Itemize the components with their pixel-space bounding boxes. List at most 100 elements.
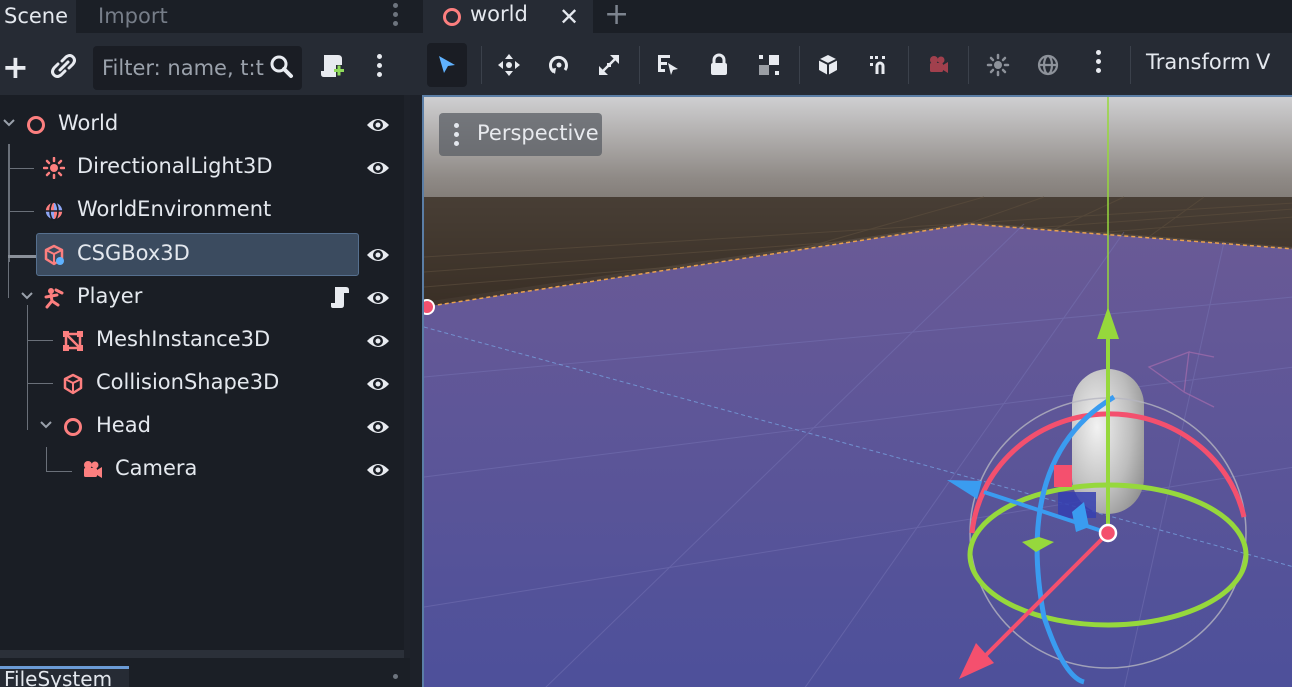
sun-preview-button[interactable] <box>978 43 1018 87</box>
tree-item-label: Head <box>96 413 151 437</box>
tree-item-label: DirectionalLight3D <box>77 154 273 178</box>
scene-menu-icon[interactable] <box>377 54 383 81</box>
snap-button[interactable] <box>860 43 900 87</box>
dock-menu-icon[interactable] <box>393 3 399 30</box>
toolbar-separator <box>799 46 800 84</box>
group-icon <box>759 55 779 75</box>
tree-item-label: CSGBox3D <box>77 241 190 265</box>
scene-tab-label: world <box>470 2 528 26</box>
scene-tree: World DirectionalLight3D WorldEnvironmen… <box>0 95 404 650</box>
scene-dock: Scene Import + Filter: name, t:t World D… <box>0 0 410 687</box>
local-space-button[interactable] <box>808 43 848 87</box>
tree-item-label: MeshInstance3D <box>96 327 271 351</box>
lock-icon <box>711 53 727 75</box>
toolbar-separator <box>481 46 482 84</box>
select-mode-button[interactable] <box>427 43 467 87</box>
select-cursor-icon <box>439 56 455 73</box>
view-menu[interactable]: V <box>1256 50 1270 74</box>
chevron-down-icon[interactable] <box>20 288 34 304</box>
visibility-eye-icon[interactable] <box>366 373 390 395</box>
scene-tab-bar: world ✕ + <box>410 0 1292 33</box>
viewport-scene <box>424 97 1292 687</box>
dock-tab-bar: Scene Import <box>0 0 410 33</box>
chevron-down-icon[interactable] <box>2 115 16 131</box>
lock-button[interactable] <box>699 43 739 87</box>
add-node-icon[interactable]: + <box>2 51 29 83</box>
filter-field <box>93 46 302 90</box>
mesh-instance-icon <box>63 331 83 351</box>
add-tab-icon[interactable]: + <box>604 0 629 30</box>
toolbar-separator <box>639 46 640 84</box>
tree-item-label: World <box>58 111 119 135</box>
chevron-down-icon[interactable] <box>39 417 53 433</box>
main-editor: world ✕ + Transform V Perspective <box>410 0 1292 687</box>
node3d-icon <box>27 116 45 134</box>
tree-item-player[interactable]: Player <box>0 276 404 319</box>
list-select-icon <box>658 55 678 75</box>
transform-menu[interactable]: Transform <box>1146 50 1250 74</box>
tree-item-head[interactable]: Head <box>0 405 404 448</box>
tree-item-world[interactable]: World <box>0 103 404 146</box>
visibility-eye-icon[interactable] <box>366 244 390 266</box>
visibility-eye-icon[interactable] <box>366 459 390 481</box>
snap-magnet-icon <box>870 56 885 74</box>
visibility-eye-icon[interactable] <box>366 416 390 438</box>
tab-import[interactable]: Import <box>98 0 168 33</box>
globe-icon <box>1037 54 1059 76</box>
perspective-menu-button[interactable]: Perspective <box>439 113 602 156</box>
script-icon[interactable] <box>330 285 350 309</box>
camera-icon <box>84 461 102 478</box>
tree-item-label: WorldEnvironment <box>77 197 272 221</box>
gizmo-center <box>1098 523 1118 543</box>
search-icon[interactable] <box>269 54 295 80</box>
list-select-button[interactable] <box>648 43 688 87</box>
tree-item-directionallight3d[interactable]: DirectionalLight3D <box>0 146 404 189</box>
origin-marker <box>424 299 435 315</box>
tree-item-meshinstance3d[interactable]: MeshInstance3D <box>0 319 404 362</box>
filter-input[interactable] <box>93 46 268 90</box>
viewport-toolbar: Transform V <box>410 33 1292 95</box>
world-environment-icon <box>44 201 64 221</box>
rotate-mode-button[interactable] <box>539 43 579 87</box>
tree-item-label: Camera <box>115 456 198 480</box>
group-button[interactable] <box>749 43 789 87</box>
visibility-eye-icon[interactable] <box>366 287 390 309</box>
close-icon[interactable]: ✕ <box>559 3 579 31</box>
tree-item-collisionshape3d[interactable]: CollisionShape3D <box>0 362 404 405</box>
visibility-eye-icon[interactable] <box>366 114 390 136</box>
viewport-menu-icon <box>454 123 460 150</box>
toolbar-more-icon[interactable] <box>1096 50 1102 77</box>
scale-mode-button[interactable] <box>589 43 629 87</box>
node3d-icon <box>64 418 82 436</box>
tree-item-worldenvironment[interactable]: WorldEnvironment <box>0 189 404 232</box>
collision-shape-icon <box>63 373 83 395</box>
tree-item-label: Player <box>77 284 143 308</box>
rotate-icon <box>549 55 568 74</box>
character-body-icon <box>44 288 64 309</box>
attach-script-icon[interactable] <box>318 51 346 81</box>
node3d-icon <box>443 8 461 26</box>
environment-preview-button[interactable] <box>1028 43 1068 87</box>
tab-filesystem[interactable]: FileSystem <box>0 666 129 687</box>
sun-icon <box>986 53 1010 77</box>
tree-item-label: CollisionShape3D <box>96 370 280 394</box>
scene-toolbar: + <box>0 33 410 95</box>
scene-tab-world[interactable]: world ✕ <box>423 0 593 33</box>
tree-item-camera[interactable]: Camera <box>0 448 404 491</box>
cube-icon <box>818 55 838 75</box>
3d-viewport[interactable]: Perspective <box>422 95 1292 687</box>
toolbar-separator <box>1130 46 1131 84</box>
link-icon[interactable] <box>50 53 78 79</box>
toolbar-separator <box>968 46 969 84</box>
filesystem-menu-icon[interactable] <box>393 674 399 683</box>
tab-scene[interactable]: Scene <box>0 0 76 33</box>
visibility-eye-icon[interactable] <box>366 157 390 179</box>
visibility-eye-icon[interactable] <box>366 330 390 352</box>
toolbar-separator <box>908 46 909 84</box>
scale-icon <box>599 55 619 75</box>
tree-item-csgbox3d[interactable]: CSGBox3D <box>0 233 404 276</box>
preview-camera-button[interactable] <box>918 43 958 87</box>
move-mode-button[interactable] <box>489 43 529 87</box>
move-icon <box>498 54 520 76</box>
csg-box-icon <box>44 244 64 266</box>
